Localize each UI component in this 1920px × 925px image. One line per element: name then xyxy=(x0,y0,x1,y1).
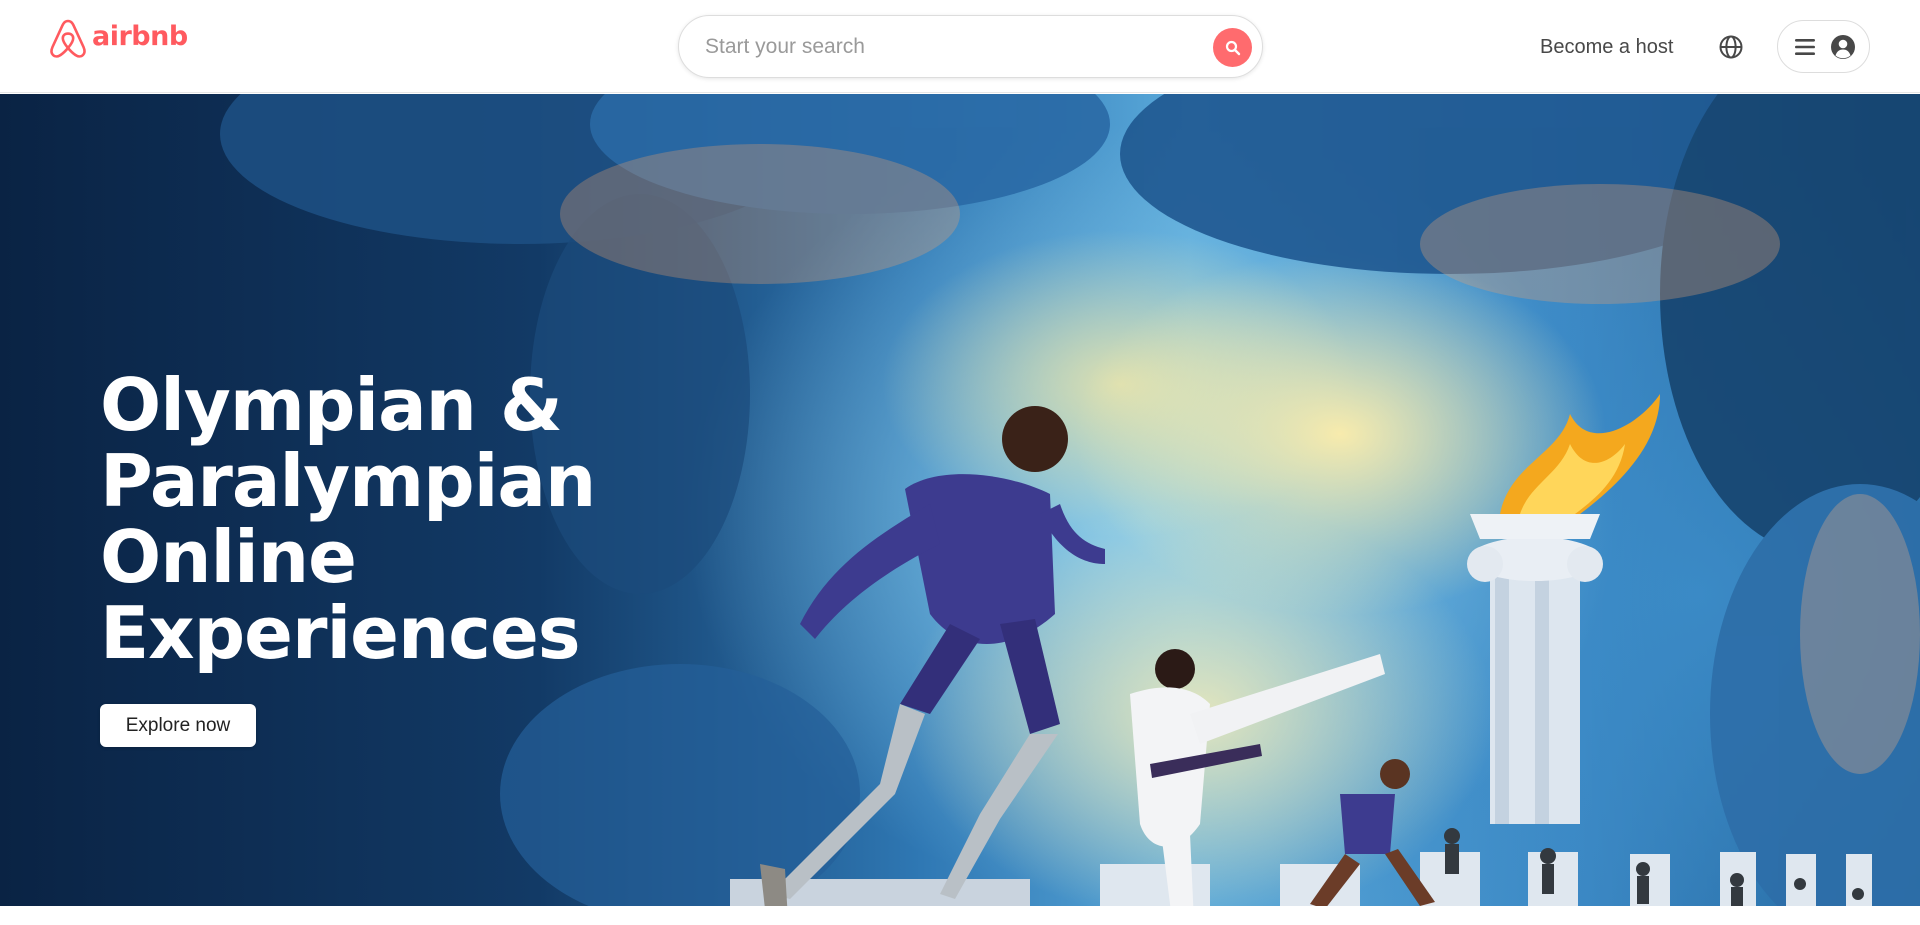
logo-wordmark: airbnb xyxy=(92,20,188,52)
hero-banner: Olympian & Paralympian Online Experience… xyxy=(0,94,1920,906)
search-bar xyxy=(678,15,1263,78)
language-button[interactable] xyxy=(1716,32,1746,62)
hero-title-line: Experiences xyxy=(100,591,581,675)
hero-title-line: Paralympian xyxy=(100,439,596,523)
runner-figure xyxy=(1310,759,1435,906)
search-input[interactable] xyxy=(705,26,1185,67)
become-a-host-link[interactable]: Become a host xyxy=(1540,36,1673,59)
search-icon xyxy=(1225,40,1240,55)
airbnb-logo-icon xyxy=(50,19,86,58)
hero-title-line: Online xyxy=(100,515,357,599)
pedestal-columns xyxy=(730,852,1872,906)
profile-menu-button[interactable] xyxy=(1777,20,1870,73)
hero-title: Olympian & Paralympian Online Experience… xyxy=(100,367,660,671)
top-navigation-bar: airbnb Become a host xyxy=(0,0,1920,93)
globe-icon xyxy=(1719,35,1743,59)
page: airbnb Become a host xyxy=(0,0,1920,925)
torch-column xyxy=(1467,394,1660,824)
user-avatar-icon xyxy=(1831,34,1855,59)
search-button[interactable] xyxy=(1213,28,1252,67)
menu-icon xyxy=(1795,38,1815,55)
page-bottom-edge xyxy=(0,906,1920,925)
explore-now-button[interactable]: Explore now xyxy=(100,704,256,747)
airbnb-logo-link[interactable]: airbnb xyxy=(48,18,188,60)
hero-title-line: Olympian & xyxy=(100,363,563,447)
